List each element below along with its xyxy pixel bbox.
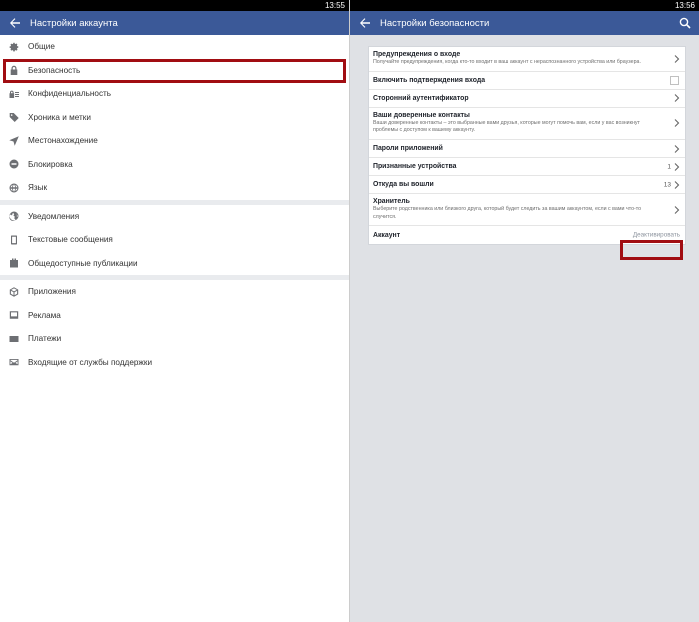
- menu-item-label: Общедоступные публикации: [28, 258, 138, 268]
- page-title: Настройки безопасности: [380, 17, 490, 29]
- app-bar: Настройки аккаунта: [0, 11, 349, 35]
- menu-item-label: Местонахождение: [28, 136, 98, 146]
- settings-row[interactable]: Откуда вы вошли 13: [369, 176, 685, 195]
- menu-item[interactable]: Язык: [0, 176, 349, 200]
- menu-item[interactable]: Уведомления: [0, 205, 349, 229]
- page-title: Настройки аккаунта: [30, 17, 118, 29]
- menu-item[interactable]: Местонахождение: [0, 129, 349, 153]
- account-settings-screen: 13:55 Настройки аккаунта Общие Безопаснос…: [0, 0, 349, 622]
- chevron-right-icon: [674, 144, 680, 153]
- settings-row[interactable]: Пароли приложений: [369, 140, 685, 159]
- cube-icon: [9, 287, 19, 297]
- settings-row-description: Выберите родственника или близкого друга…: [373, 206, 642, 220]
- highlight-box-deactivate: [620, 240, 683, 260]
- chevron-right-icon: [674, 54, 680, 63]
- menu-item[interactable]: Приложения: [0, 280, 349, 304]
- back-arrow-icon[interactable]: [359, 17, 371, 29]
- card-icon: [9, 334, 19, 344]
- settings-menu: Общие Безопасность Конфиденциальность Хрони…: [0, 35, 349, 374]
- deactivate-account-link[interactable]: Деактивировать: [633, 232, 680, 239]
- phone-icon: [9, 235, 19, 245]
- settings-row-title: Признанные устройства: [373, 163, 457, 171]
- menu-item[interactable]: Реклама: [0, 304, 349, 328]
- menu-item[interactable]: Блокировка: [0, 153, 349, 177]
- settings-row-count: 13: [663, 181, 671, 189]
- location-arrow-icon: [9, 135, 19, 146]
- settings-row-description: Ваши доверенные контакты – это выбранные…: [373, 119, 640, 134]
- menu-item-label: Уведомления: [28, 211, 80, 221]
- settings-row-title: Пароли приложений: [373, 145, 443, 153]
- menu-item-label: Блокировка: [28, 159, 73, 169]
- settings-row[interactable]: Предупреждения о входе Получайте предупре…: [369, 47, 685, 72]
- chevron-right-icon: [674, 119, 680, 128]
- block-icon: [9, 159, 19, 169]
- menu-item-label: Реклама: [28, 310, 61, 320]
- settings-row-title: Сторонний аутентификатор: [373, 94, 469, 102]
- status-bar: 13:56: [350, 0, 699, 11]
- app-bar: Настройки безопасности: [350, 11, 699, 35]
- settings-row-title: Предупреждения о входе: [373, 51, 461, 58]
- settings-row[interactable]: Включить подтверждения входа: [369, 72, 685, 90]
- menu-item[interactable]: Входящие от службы поддержки: [0, 351, 349, 375]
- menu-item-label: Язык: [28, 183, 48, 193]
- menu-item-label: Входящие от службы поддержки: [28, 357, 153, 367]
- chevron-right-icon: [674, 180, 680, 189]
- settings-row-title: Откуда вы вошли: [373, 181, 434, 189]
- login-approvals-checkbox[interactable]: [670, 75, 679, 85]
- menu-item[interactable]: Текстовые сообщения: [0, 228, 349, 252]
- status-time: 13:56: [674, 1, 695, 10]
- chevron-right-icon: [674, 205, 680, 214]
- settings-row-title: Ваши доверенные контакты: [373, 111, 470, 119]
- menu-item-label: Текстовые сообщения: [28, 235, 113, 245]
- menu-item-label: Хроника и метки: [28, 112, 91, 122]
- menu-item[interactable]: Общие: [0, 35, 349, 59]
- status-time: 13:55: [324, 1, 345, 10]
- settings-row[interactable]: Признанные устройства 1: [369, 158, 685, 177]
- globe-notifications-icon: [9, 211, 19, 222]
- security-settings-screen: 13:56 Настройки безопасности Предупрежде…: [350, 0, 699, 622]
- settings-row-title: Хранитель: [373, 198, 410, 206]
- menu-item[interactable]: Хроника и метки: [0, 106, 349, 130]
- security-settings-card: Предупреждения о входе Получайте предупре…: [368, 46, 686, 246]
- globe-icon: [9, 183, 19, 193]
- gear-icon: [9, 42, 19, 52]
- menu-item[interactable]: Платежи: [0, 327, 349, 351]
- menu-item[interactable]: Конфиденциальность: [0, 82, 349, 106]
- settings-row-title: Аккаунт: [373, 231, 401, 239]
- back-arrow-icon[interactable]: [9, 17, 21, 29]
- privacy-lock-icon: [9, 89, 19, 99]
- status-bar: 13:55: [0, 0, 349, 11]
- settings-row[interactable]: Сторонний аутентификатор: [369, 90, 685, 108]
- menu-item-label: Общие: [28, 42, 55, 52]
- settings-row[interactable]: Ваши доверенные контакты Ваши доверенные …: [369, 108, 685, 141]
- settings-row-description: Получайте предупреждения, когда кто-то в…: [373, 59, 641, 65]
- search-icon[interactable]: [679, 17, 691, 29]
- public-posts-icon: [9, 258, 19, 268]
- settings-row-title: Включить подтверждения входа: [373, 76, 486, 84]
- menu-item[interactable]: Общедоступные публикации: [0, 252, 349, 276]
- menu-item-label: Платежи: [28, 334, 62, 344]
- menu-item-label: Конфиденциальность: [28, 89, 112, 99]
- chevron-right-icon: [674, 94, 680, 103]
- envelope-icon: [9, 357, 19, 367]
- tag-icon: [9, 112, 19, 123]
- menu-item-label: Приложения: [28, 287, 76, 297]
- highlight-box-security: [3, 59, 346, 83]
- chevron-right-icon: [674, 162, 680, 171]
- settings-row[interactable]: Хранитель Выберите родственника или близк…: [369, 194, 685, 227]
- ad-icon: [9, 310, 19, 320]
- settings-row-count: 1: [667, 163, 671, 171]
